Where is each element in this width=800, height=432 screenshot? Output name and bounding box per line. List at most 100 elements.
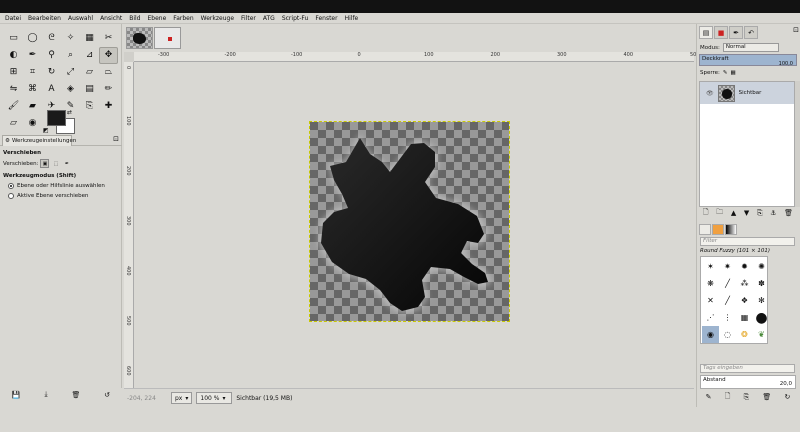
lock-alpha-icon[interactable]: ▦: [731, 70, 736, 76]
brush-item[interactable]: ✽: [753, 275, 770, 292]
brush-item[interactable]: ✕: [702, 292, 719, 309]
color-select-icon[interactable]: ▦: [80, 30, 99, 47]
gradient-icon[interactable]: ▤: [80, 81, 99, 98]
edit-brush-icon[interactable]: ✎: [706, 393, 712, 401]
brush-item[interactable]: ▦: [736, 309, 753, 326]
brush-item[interactable]: ❋: [702, 275, 719, 292]
tab-brushes[interactable]: [699, 224, 711, 235]
menu-bearbeiten[interactable]: Bearbeiten: [28, 15, 61, 22]
fuzzy-select-icon[interactable]: ✧: [61, 30, 80, 47]
tab-patterns[interactable]: [712, 224, 724, 235]
align-icon[interactable]: ⊞: [4, 64, 23, 81]
tab-undo[interactable]: ↶: [744, 26, 758, 39]
move-icon[interactable]: ✥: [99, 47, 118, 64]
image-tab-1[interactable]: [126, 27, 153, 49]
raise-layer-icon[interactable]: ▲: [731, 209, 736, 217]
delete-brush-icon[interactable]: 🗑: [762, 393, 771, 401]
dock-menu-icon[interactable]: ⊡: [793, 26, 799, 40]
lower-layer-icon[interactable]: ▼: [744, 209, 749, 217]
menu-hilfe[interactable]: Hilfe: [345, 15, 359, 22]
brush-item[interactable]: ⋰: [702, 309, 719, 326]
lock-pixels-icon[interactable]: ✎: [723, 70, 728, 76]
new-layer-icon[interactable]: 🗋: [703, 208, 709, 219]
save-options-icon[interactable]: 💾: [12, 391, 21, 399]
brush-item[interactable]: ◌: [719, 326, 736, 343]
eye-icon[interactable]: 👁: [706, 90, 714, 97]
menu-werkzeuge[interactable]: Werkzeuge: [201, 15, 234, 22]
menu-fenster[interactable]: Fenster: [315, 15, 337, 22]
menu-script-fu[interactable]: Script-Fu: [282, 15, 309, 22]
brush-item[interactable]: ❂: [736, 326, 753, 343]
crop-icon[interactable]: ⌗: [23, 64, 42, 81]
bucket-fill-icon[interactable]: ◈: [61, 81, 80, 98]
lasso-icon[interactable]: ᘓ: [42, 30, 61, 47]
paths-icon[interactable]: ✒: [23, 47, 42, 64]
brush-item[interactable]: ╱: [719, 292, 736, 309]
horizontal-ruler[interactable]: -300-200-1000100200300400500600700: [134, 52, 766, 62]
restore-options-icon[interactable]: ⤓: [44, 390, 47, 399]
brush-item[interactable]: ❖: [736, 292, 753, 309]
new-group-icon[interactable]: 🗀: [716, 208, 723, 219]
new-brush-icon[interactable]: 🗋: [725, 392, 731, 403]
menu-farben[interactable]: Farben: [173, 15, 193, 22]
radio-active-layer[interactable]: Aktive Ebene verschieben: [3, 193, 119, 199]
brush-item[interactable]: ●: [753, 309, 770, 326]
menu-atg[interactable]: ATG: [263, 15, 275, 22]
reset-colors-icon[interactable]: ◩: [43, 127, 49, 134]
move-selection-button[interactable]: ⬚: [51, 159, 60, 168]
menu-ansicht[interactable]: Ansicht: [100, 15, 122, 22]
menu-datei[interactable]: Datei: [5, 15, 21, 22]
delete-layer-icon[interactable]: 🗑: [784, 209, 793, 217]
brush-item[interactable]: ╱: [719, 275, 736, 292]
cage-icon[interactable]: ⌘: [23, 81, 42, 98]
radio-active-layer-dot[interactable]: [8, 193, 14, 199]
foreground-select-icon[interactable]: ◐: [4, 47, 23, 64]
menu-ebene[interactable]: Ebene: [148, 15, 167, 22]
image-canvas[interactable]: [309, 121, 510, 322]
brush-item[interactable]: ✺: [753, 258, 770, 275]
layers-scrollbar[interactable]: [795, 81, 800, 207]
tab-layers[interactable]: ▤: [699, 26, 713, 39]
delete-options-icon[interactable]: 🗑: [71, 391, 80, 399]
vertical-ruler[interactable]: 0 100 200 300 400 500 600: [124, 62, 134, 388]
foreground-color[interactable]: [47, 110, 66, 126]
perspective-icon[interactable]: ⏢: [99, 64, 118, 81]
refresh-brushes-icon[interactable]: ↻: [785, 393, 791, 401]
heal-icon[interactable]: ✚: [99, 98, 118, 115]
menu-filter[interactable]: Filter: [241, 15, 256, 22]
paintbrush-icon[interactable]: 🖌: [4, 98, 23, 115]
move-layer-button[interactable]: ▣: [40, 159, 50, 168]
image-tab-2[interactable]: [154, 27, 181, 49]
reset-options-icon[interactable]: ↺: [104, 391, 110, 399]
eraser-icon[interactable]: ▰: [23, 98, 42, 115]
brush-item[interactable]: ✷: [719, 258, 736, 275]
duplicate-brush-icon[interactable]: ⎘: [744, 393, 750, 402]
tags-input[interactable]: Tags eingeben: [700, 364, 795, 373]
zoom-select[interactable]: 100 % ▾: [196, 392, 233, 404]
brush-item[interactable]: ❦: [753, 326, 770, 343]
layer-row[interactable]: 👁 Sichtbar: [700, 82, 794, 104]
radio-pick-layer[interactable]: Ebene oder Hilfslinie auswählen: [3, 183, 119, 189]
opacity-slider[interactable]: Deckkraft 100,0: [699, 54, 797, 67]
blur-icon[interactable]: ◉: [23, 115, 42, 132]
spacing-slider[interactable]: Abstand 20,0: [700, 375, 796, 389]
tab-paths[interactable]: ✒: [729, 26, 743, 39]
unit-select[interactable]: px ▾: [171, 392, 193, 404]
shear-icon[interactable]: ▱: [80, 64, 99, 81]
rotate-icon[interactable]: ↻: [42, 64, 61, 81]
perspective-clone-icon[interactable]: ⏥: [4, 115, 23, 132]
tab-gradients[interactable]: [725, 224, 737, 235]
menu-auswahl[interactable]: Auswahl: [68, 15, 93, 22]
brush-item[interactable]: ✹: [736, 258, 753, 275]
dock-menu-icon[interactable]: ⊡: [113, 135, 119, 143]
brush-item[interactable]: ⁂: [736, 275, 753, 292]
brush-item[interactable]: ✶: [702, 258, 719, 275]
rect-select-icon[interactable]: ▭: [4, 30, 23, 47]
move-path-button[interactable]: ✒: [62, 159, 71, 168]
measure-icon[interactable]: ⊿: [80, 47, 99, 64]
mode-select[interactable]: Normal: [722, 43, 779, 52]
flip-icon[interactable]: ⇋: [4, 81, 23, 98]
ruler-corner[interactable]: [124, 52, 134, 62]
scale-icon[interactable]: ⤢: [61, 64, 80, 81]
swap-colors-icon[interactable]: ⇄: [67, 109, 72, 116]
